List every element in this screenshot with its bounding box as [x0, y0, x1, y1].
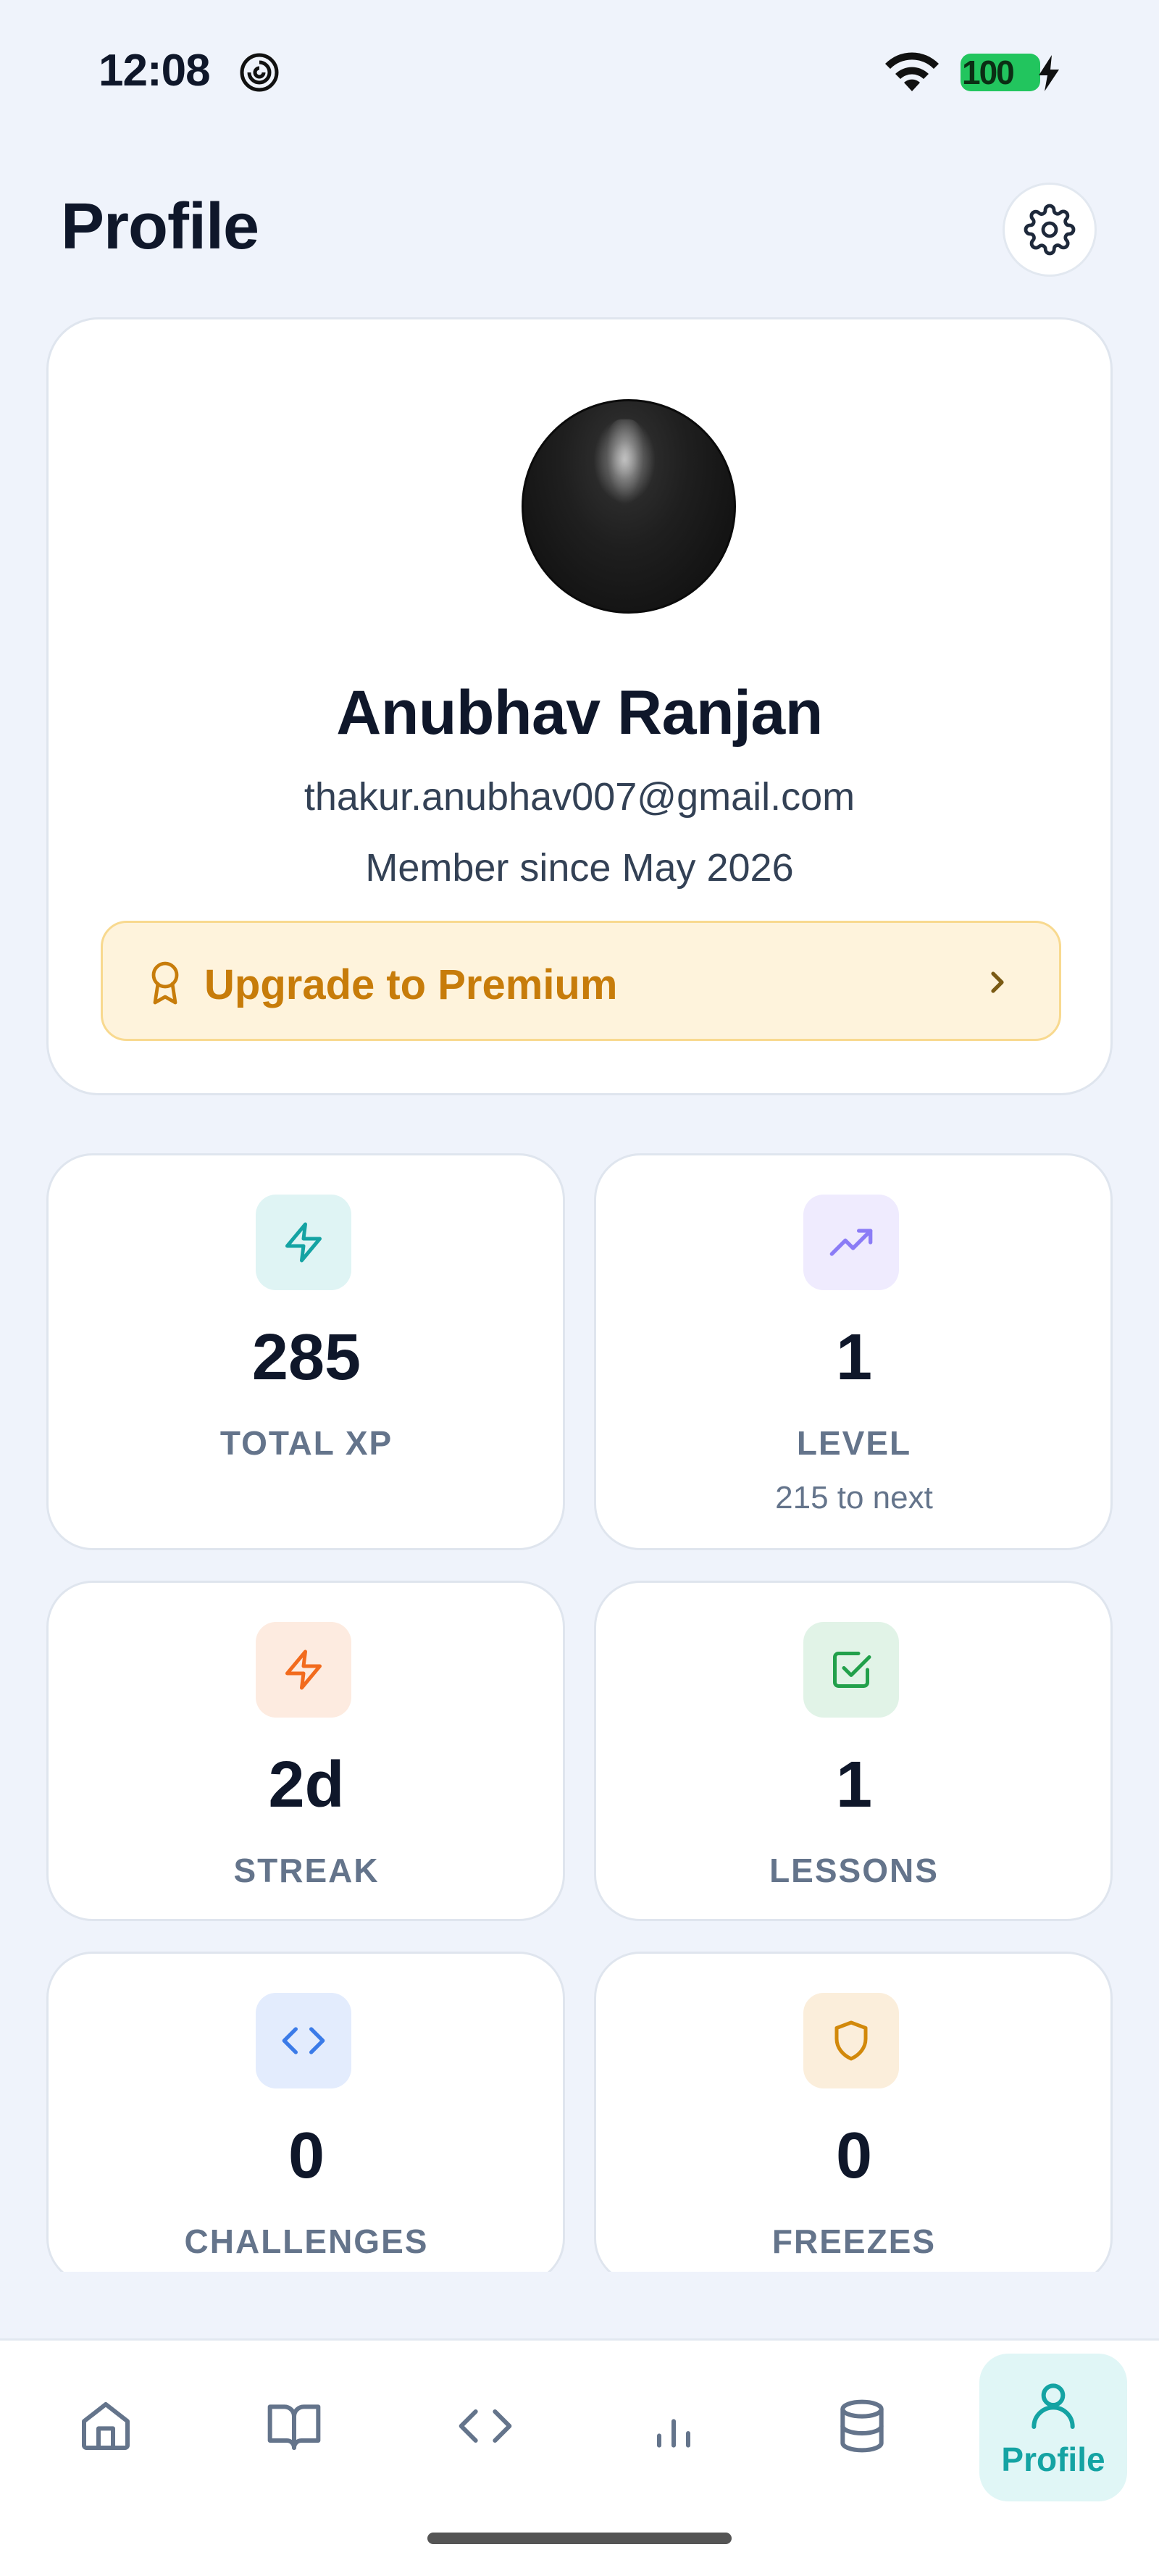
- bar-chart-icon: [657, 2419, 690, 2448]
- shield-icon: [834, 2020, 868, 2061]
- stat-card-level: 1 LEVEL 215 to next: [594, 1153, 1113, 1550]
- lightning-icon: [285, 1649, 322, 1690]
- nav-learn[interactable]: [222, 2354, 367, 2498]
- stat-card-total-xp: 285 TOTAL XP: [46, 1153, 565, 1550]
- stat-icon-box: [803, 1195, 899, 1290]
- stat-value: 285: [251, 1321, 361, 1394]
- wifi-icon: [885, 52, 939, 91]
- lightning-icon: [285, 1222, 322, 1263]
- profile-card: Anubhav Ranjan thakur.anubhav007@gmail.c…: [46, 317, 1113, 1095]
- stat-icon-box: [803, 1622, 899, 1718]
- avatar[interactable]: [522, 399, 736, 614]
- nav-profile[interactable]: Profile: [979, 2354, 1127, 2501]
- stat-value: 1: [835, 1321, 873, 1394]
- member-since: Member since May 2026: [365, 846, 794, 890]
- stat-card-freezes: 0 FREEZES: [594, 1952, 1113, 2285]
- nav-code[interactable]: [413, 2354, 558, 2498]
- stat-card-challenges: 0 CHALLENGES: [46, 1952, 565, 2285]
- scroll-fade: [0, 2272, 1159, 2330]
- stat-icon-box: [256, 1622, 351, 1718]
- settings-button[interactable]: [1003, 183, 1097, 277]
- user-icon: [1032, 2383, 1075, 2429]
- stat-label: CHALLENGES: [184, 2222, 429, 2260]
- nav-stats[interactable]: [601, 2354, 746, 2498]
- stat-label: LEVEL: [796, 1424, 912, 1462]
- award-icon: [151, 961, 179, 1005]
- upgrade-premium-button[interactable]: Upgrade to Premium: [101, 921, 1061, 1041]
- trending-up-icon: [829, 1229, 873, 1256]
- upgrade-premium-label: Upgrade to Premium: [204, 961, 618, 1008]
- stat-sub: 215 to next: [775, 1480, 933, 1515]
- code-icon: [459, 2409, 512, 2443]
- stat-label: LESSONS: [769, 1852, 939, 1889]
- database-icon: [840, 2399, 884, 2453]
- home-indicator[interactable]: [427, 2533, 732, 2544]
- stat-card-streak: 2d STREAK: [46, 1581, 565, 1921]
- nav-database[interactable]: [790, 2354, 934, 2498]
- stat-card-lessons: 1 LESSONS: [594, 1581, 1113, 1921]
- status-time: 12:08: [99, 46, 211, 96]
- gear-icon: [1024, 204, 1076, 256]
- check-square-icon: [833, 1652, 871, 1688]
- stat-value: 0: [835, 2120, 873, 2192]
- stat-icon-box: [803, 1993, 899, 2088]
- user-name: Anubhav Ranjan: [336, 678, 823, 748]
- user-email: thakur.anubhav007@gmail.com: [304, 775, 855, 819]
- stat-label: STREAK: [233, 1852, 380, 1889]
- code-icon: [282, 2027, 325, 2054]
- stat-value: 0: [288, 2120, 325, 2192]
- stat-icon-box: [256, 1993, 351, 2088]
- battery-indicator: 100: [961, 54, 1040, 91]
- nav-profile-label: Profile: [1001, 2441, 1105, 2478]
- book-icon: [267, 2404, 321, 2450]
- status-bar: 12:08 100: [0, 0, 1159, 145]
- chevron-right-icon: [991, 971, 1004, 993]
- stat-label: FREEZES: [771, 2222, 937, 2260]
- home-icon: [82, 2402, 130, 2450]
- profile-screen: 12:08 100 Profile Anubhav Ranjan thakur.…: [0, 0, 1159, 2576]
- stat-value: 1: [835, 1749, 873, 1821]
- stat-label: TOTAL XP: [219, 1424, 393, 1462]
- stat-value: 2d: [268, 1749, 345, 1821]
- spiral-icon: [240, 53, 279, 92]
- nav-home[interactable]: [33, 2354, 178, 2498]
- page-title: Profile: [61, 191, 259, 263]
- stat-icon-box: [256, 1195, 351, 1290]
- charging-icon: [1039, 55, 1059, 91]
